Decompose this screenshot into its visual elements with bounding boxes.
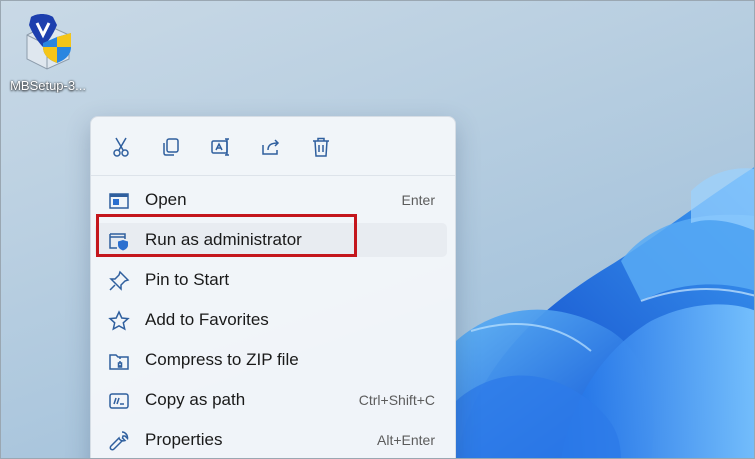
delete-button[interactable] [305, 131, 337, 163]
context-action-bar [91, 117, 455, 175]
menu-item-compress-to-zip[interactable]: Compress to ZIP file [95, 343, 447, 377]
copy-button[interactable] [155, 131, 187, 163]
copy-icon [163, 138, 179, 156]
zip-folder-icon [109, 354, 129, 370]
menu-item-properties[interactable]: Properties Alt+Enter [95, 423, 447, 457]
context-menu: Open Enter Run as administrator Pin to S… [90, 116, 456, 458]
menu-item-pin-to-start[interactable]: Pin to Start [95, 263, 447, 297]
menu-item-label: Open [145, 190, 187, 209]
menu-separator [91, 175, 455, 176]
cut-icon [113, 137, 129, 157]
menu-item-label: Pin to Start [145, 270, 230, 289]
star-icon [108, 310, 130, 331]
desktop-file-label: MBSetup-3... [10, 78, 86, 93]
menu-item-label: Add to Favorites [145, 310, 269, 329]
delete-icon [313, 137, 329, 157]
menu-item-add-to-favorites[interactable]: Add to Favorites [95, 303, 447, 337]
open-app-icon [109, 193, 129, 209]
rename-button[interactable] [205, 131, 237, 163]
copy-path-icon [109, 393, 129, 409]
menu-item-label: Copy as path [145, 390, 246, 409]
cut-button[interactable] [105, 131, 137, 163]
share-icon [262, 139, 280, 155]
menu-item-shortcut: Ctrl+Shift+C [358, 392, 435, 408]
menu-item-copy-as-path[interactable]: Copy as path Ctrl+Shift+C [95, 383, 447, 417]
menu-item-label: Compress to ZIP file [145, 350, 299, 369]
rename-icon [211, 138, 229, 156]
menu-item-label: Properties [145, 430, 223, 449]
malwarebytes-installer-icon [26, 14, 71, 70]
menu-item-open[interactable]: Open Enter [95, 183, 447, 217]
share-button[interactable] [255, 131, 287, 163]
pin-icon [109, 270, 130, 291]
menu-item-shortcut: Enter [401, 192, 435, 208]
desktop: MBSetup-3... Open Enter Run as administr… [0, 0, 755, 459]
wrench-icon [109, 431, 129, 451]
highlight-annotation [96, 214, 357, 257]
menu-item-shortcut: Alt+Enter [377, 432, 435, 448]
desktop-file-icon[interactable]: MBSetup-3... [5, 13, 91, 93]
